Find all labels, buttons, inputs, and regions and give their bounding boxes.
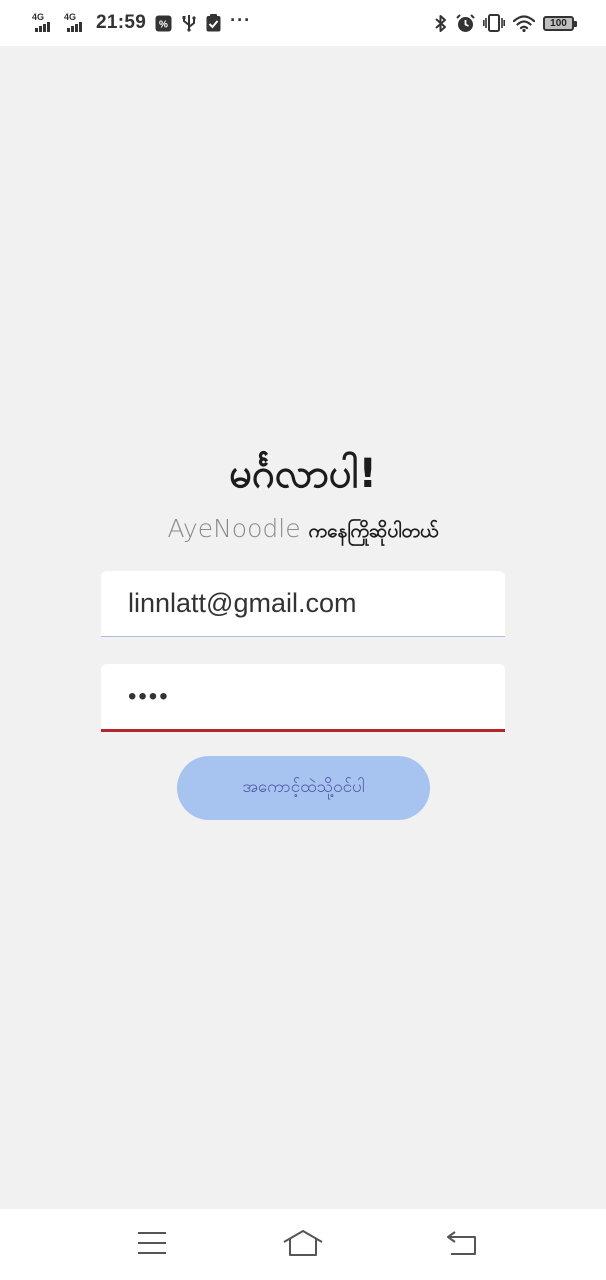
greeting-title: မင်္ဂလာပါ! bbox=[229, 451, 377, 497]
svg-text:%: % bbox=[159, 19, 168, 30]
navigation-bar bbox=[0, 1209, 606, 1280]
home-button[interactable] bbox=[279, 1223, 327, 1267]
status-bar-left: 4G 4G 21:59 % ··· bbox=[32, 0, 251, 46]
clock: 21:59 bbox=[96, 12, 147, 33]
email-field[interactable] bbox=[101, 571, 505, 637]
task-check-icon bbox=[206, 14, 221, 32]
home-icon bbox=[283, 1229, 323, 1261]
usb-icon bbox=[181, 14, 197, 32]
password-input[interactable] bbox=[101, 664, 505, 729]
network-type-label: 4G bbox=[64, 12, 77, 22]
wifi-icon bbox=[513, 14, 535, 32]
signal-icon: 4G bbox=[32, 12, 54, 33]
password-field[interactable] bbox=[101, 664, 505, 732]
battery-icon: 100 bbox=[543, 15, 577, 31]
email-input[interactable] bbox=[101, 571, 505, 636]
welcome-subtitle: AyeNoodle ကနေကြိုဆိုပါတယ် bbox=[0, 514, 606, 547]
app-notification-icon: % bbox=[155, 15, 172, 32]
back-icon bbox=[446, 1230, 478, 1260]
brand-name: AyeNoodle bbox=[167, 514, 301, 543]
more-icon: ··· bbox=[230, 9, 252, 30]
bluetooth-icon bbox=[434, 14, 448, 33]
network-type-label: 4G bbox=[32, 12, 45, 22]
status-bar: 4G 4G 21:59 % ··· 100 bbox=[0, 0, 606, 46]
alarm-icon bbox=[456, 13, 475, 33]
welcome-text: ကနေကြိုဆိုပါတယ် bbox=[308, 520, 439, 542]
menu-button[interactable] bbox=[128, 1223, 176, 1267]
menu-icon bbox=[137, 1231, 167, 1259]
vibrate-icon bbox=[483, 14, 505, 32]
signal-icon: 4G bbox=[64, 12, 86, 33]
login-button[interactable]: အကောင့်ထဲသို့ဝင်ပါ bbox=[177, 756, 430, 820]
back-button[interactable] bbox=[438, 1223, 486, 1267]
status-bar-right: 100 bbox=[426, 0, 577, 46]
